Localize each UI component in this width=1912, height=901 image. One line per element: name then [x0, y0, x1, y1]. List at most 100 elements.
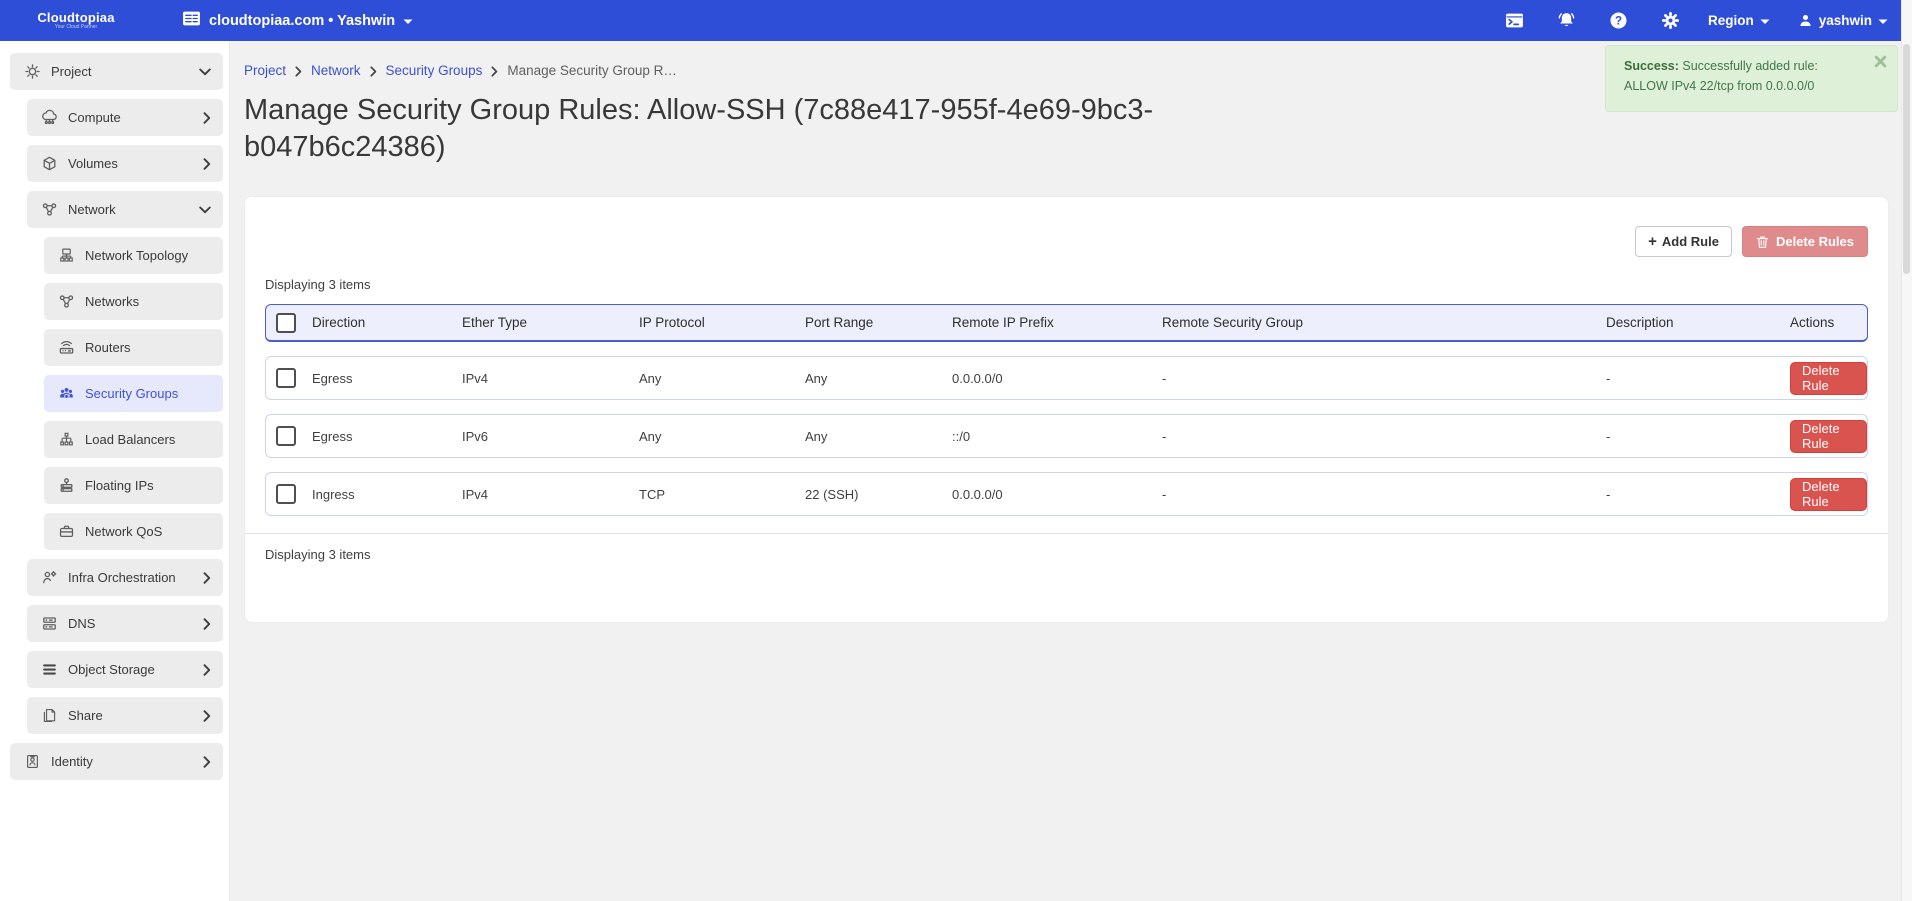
- sidebar-item-networks[interactable]: Networks: [44, 283, 223, 320]
- success-toast: Success: Successfully added rule: ALLOW …: [1605, 45, 1898, 112]
- sidebar-item-network[interactable]: Network: [27, 191, 223, 228]
- user-dropdown[interactable]: yashwin: [1798, 13, 1888, 28]
- sidebar-item-compute[interactable]: Compute: [27, 99, 223, 136]
- actions-cell: Delete Rule: [1790, 420, 1867, 453]
- object-storage-icon: [41, 661, 58, 678]
- sidebar-item-volumes[interactable]: Volumes: [27, 145, 223, 182]
- sidebar: Project Compute Volumes Network Network Topo…: [0, 41, 230, 901]
- list-icon: [182, 10, 201, 31]
- cell-description: -: [1606, 487, 1790, 502]
- actions-cell: Delete Rule: [1790, 478, 1867, 511]
- sidebar-item-project[interactable]: Project: [10, 53, 223, 90]
- chevron-right-icon: [203, 664, 211, 676]
- sidebar-item-label: Security Groups: [85, 386, 223, 401]
- sidebar-item-label: Compute: [68, 110, 203, 125]
- sidebar-item-label: Project: [51, 64, 199, 79]
- domain-project-selector[interactable]: cloudtopiaa.com • Yashwin: [182, 10, 413, 31]
- page-title: Manage Security Group Rules: Allow-SSH (…: [244, 92, 1304, 165]
- actions-cell: Delete Rule: [1790, 362, 1867, 395]
- select-all-checkbox[interactable]: [276, 313, 296, 333]
- close-icon[interactable]: [1874, 55, 1887, 68]
- column-header-remote-ip-prefix: Remote IP Prefix: [952, 315, 1162, 330]
- scrollbar[interactable]: [1901, 0, 1912, 901]
- user-icon: [1798, 13, 1813, 28]
- brand-logo[interactable]: Cloudtopiaa Your Cloud Partner: [24, 11, 128, 31]
- delete-rules-button[interactable]: Delete Rules: [1742, 226, 1868, 257]
- sidebar-item-dns[interactable]: DNS: [27, 605, 223, 642]
- cell-ip-protocol: TCP: [639, 487, 805, 502]
- column-header-description: Description: [1606, 315, 1790, 330]
- breadcrumb-item-project[interactable]: Project: [244, 63, 286, 78]
- breadcrumb-item-network[interactable]: Network: [311, 63, 361, 78]
- security-groups-icon: [58, 385, 75, 402]
- sidebar-item-identity[interactable]: Identity: [10, 743, 223, 780]
- identity-icon: [24, 753, 41, 770]
- delete-rule-button[interactable]: Delete Rule: [1790, 478, 1867, 511]
- cell-ip-protocol: Any: [639, 429, 805, 444]
- cell-port-range: 22 (SSH): [805, 487, 952, 502]
- breadcrumb-item-security-groups[interactable]: Security Groups: [386, 63, 483, 78]
- cell-port-range: Any: [805, 429, 952, 444]
- sidebar-item-network-topology[interactable]: Network Topology: [44, 237, 223, 274]
- sidebar-item-routers[interactable]: Routers: [44, 329, 223, 366]
- rule-row: EgressIPv4AnyAny0.0.0.0/0--Delete Rule: [265, 356, 1868, 400]
- sidebar-item-load-balancers[interactable]: Load Balancers: [44, 421, 223, 458]
- help-icon[interactable]: ?: [1609, 11, 1628, 30]
- region-dropdown[interactable]: Region: [1708, 13, 1770, 28]
- row-checkbox[interactable]: [276, 484, 296, 504]
- scrollbar-thumb[interactable]: [1903, 44, 1910, 274]
- sidebar-item-network-qos[interactable]: Network QoS: [44, 513, 223, 550]
- chevron-right-icon: [203, 112, 211, 124]
- chevron-right-icon: [295, 66, 302, 77]
- sidebar-item-label: Volumes: [68, 156, 203, 171]
- chevron-right-icon: [203, 710, 211, 722]
- chevron-right-icon: [203, 618, 211, 630]
- add-rule-button[interactable]: + Add Rule: [1635, 226, 1732, 257]
- column-header-direction: Direction: [312, 315, 462, 330]
- sidebar-item-share[interactable]: Share: [27, 697, 223, 734]
- sidebar-item-label: Identity: [51, 754, 203, 769]
- user-label: yashwin: [1819, 13, 1872, 28]
- project-icon: [24, 63, 41, 80]
- delete-rule-button[interactable]: Delete Rule: [1790, 420, 1867, 453]
- sidebar-item-label: Object Storage: [68, 662, 203, 677]
- brand-tagline: Your Cloud Partner: [24, 25, 128, 31]
- toast-detail: ALLOW IPv4 22/tcp from 0.0.0.0/0: [1624, 79, 1814, 93]
- row-checkbox[interactable]: [276, 368, 296, 388]
- delete-rule-button[interactable]: Delete Rule: [1790, 362, 1867, 395]
- row-checkbox-cell: [266, 484, 312, 504]
- sidebar-item-security-groups[interactable]: Security Groups: [44, 375, 223, 412]
- sidebar-item-label: Network QoS: [85, 524, 223, 539]
- topbar-right: ? Region yashwin: [1472, 11, 1888, 30]
- gear-icon[interactable]: [1661, 11, 1680, 30]
- svg-text:?: ?: [1615, 14, 1622, 27]
- chevron-right-icon: [203, 158, 211, 170]
- cell-description: -: [1606, 429, 1790, 444]
- app: Cloudtopiaa Your Cloud Partner cloudtopi…: [0, 0, 1912, 901]
- row-checkbox[interactable]: [276, 426, 296, 446]
- plus-icon: +: [1648, 233, 1657, 250]
- sidebar-item-infra-orchestration[interactable]: Infra Orchestration: [27, 559, 223, 596]
- sidebar-item-label: Network Topology: [85, 248, 223, 263]
- rule-row: IngressIPv4TCP22 (SSH)0.0.0.0/0--Delete …: [265, 472, 1868, 516]
- sidebar-item-floating-ips[interactable]: Floating IPs: [44, 467, 223, 504]
- sidebar-item-label: Share: [68, 708, 203, 723]
- infra-orchestration-icon: [41, 569, 58, 586]
- terminal-icon[interactable]: [1505, 11, 1524, 30]
- column-header-remote-security-group: Remote Security Group: [1162, 315, 1606, 330]
- column-header-ip-protocol: IP Protocol: [639, 315, 805, 330]
- cell-direction: Egress: [312, 429, 462, 444]
- region-label: Region: [1708, 13, 1754, 28]
- toast-message: Successfully added rule:: [1679, 59, 1818, 73]
- column-header-port-range: Port Range: [805, 315, 952, 330]
- topbar: Cloudtopiaa Your Cloud Partner cloudtopi…: [0, 0, 1912, 41]
- rules-panel: + Add Rule Delete Rules Displaying 3 ite…: [244, 196, 1889, 623]
- chevron-right-icon: [203, 572, 211, 584]
- network-topology-icon: [58, 247, 75, 264]
- chevron-down-icon: [199, 68, 211, 76]
- bell-icon[interactable]: [1557, 11, 1576, 30]
- caret-down-icon: [403, 13, 413, 29]
- sidebar-item-object-storage[interactable]: Object Storage: [27, 651, 223, 688]
- table-footer-divider: [245, 533, 1888, 534]
- chevron-right-icon: [491, 66, 498, 77]
